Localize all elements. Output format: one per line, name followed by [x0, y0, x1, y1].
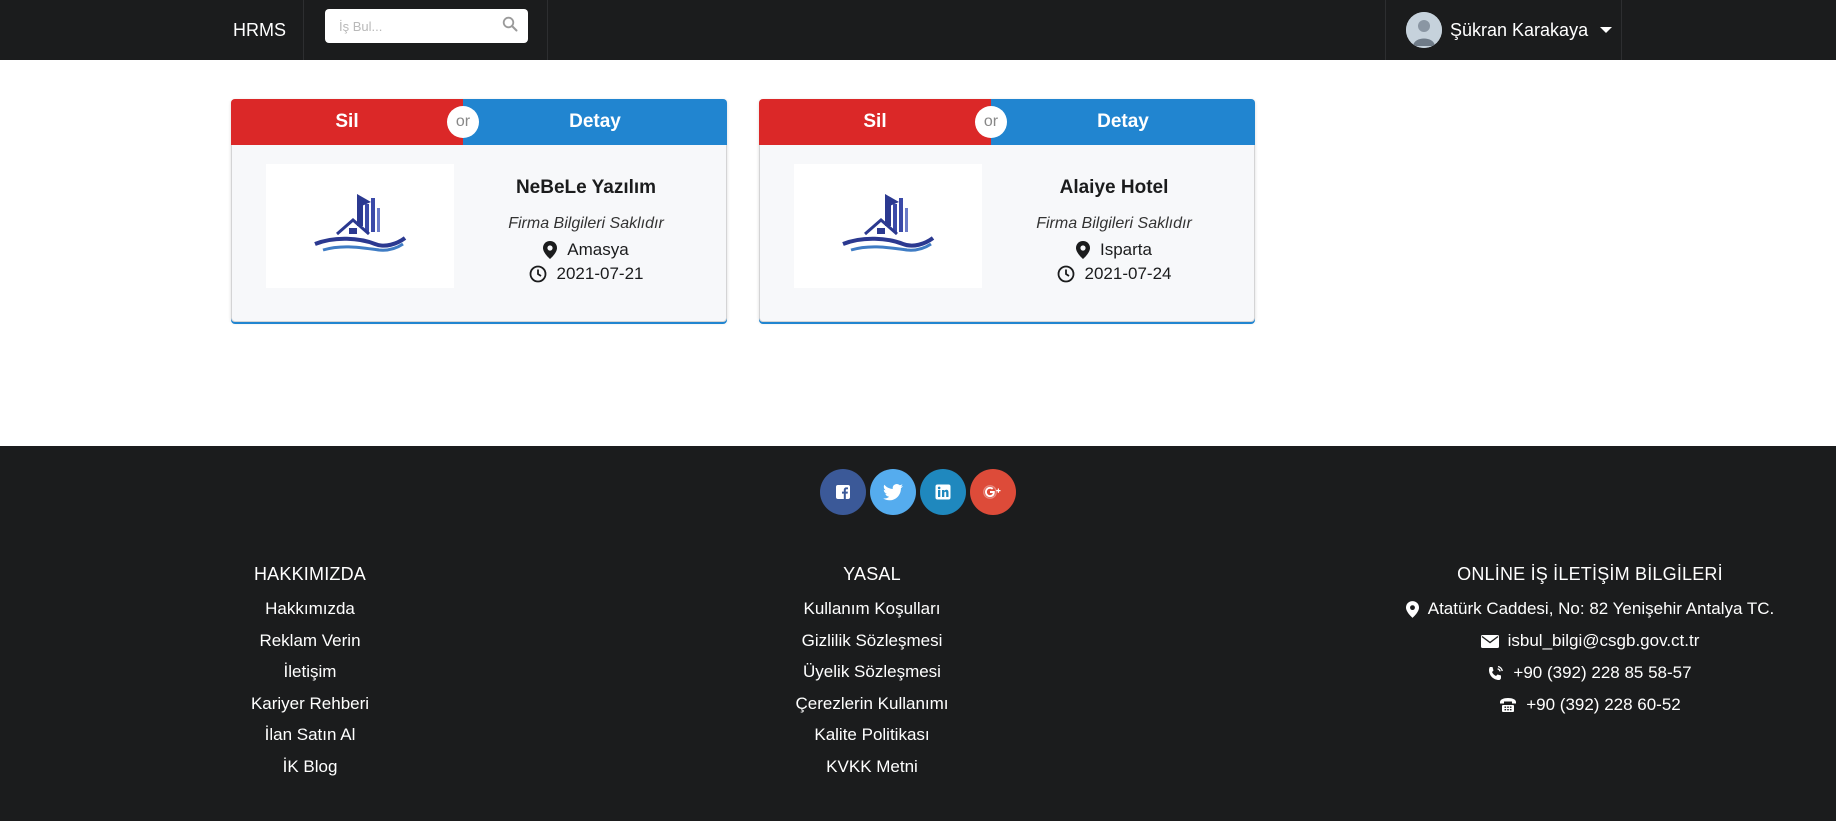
user-name: Şükran Karakaya	[1450, 19, 1589, 40]
google-plus-button[interactable]	[970, 469, 1016, 515]
map-marker-icon	[543, 241, 558, 259]
or-divider: or	[447, 106, 479, 138]
card-action-buttons: Sil Detay or	[231, 99, 727, 145]
contact-phone-row: +90 (392) 228 85 58-57	[1340, 657, 1836, 689]
footer-contact-title: ONLİNE İŞ İLETİŞİM BİLGİLERİ	[1457, 564, 1723, 584]
delete-button[interactable]: Sil	[759, 99, 991, 145]
contact-email-row: isbul_bilgi@csgb.gov.ct.tr	[1340, 625, 1836, 657]
card-action-buttons: Sil Detay or	[759, 99, 1255, 145]
contact-email[interactable]: isbul_bilgi@csgb.gov.ct.tr	[1508, 625, 1700, 657]
building-logo-icon	[842, 194, 935, 252]
clock-icon	[529, 265, 546, 283]
footer-about-column: HAKKIMIZDA Hakkımızda Reklam Verin İleti…	[160, 564, 460, 782]
city-row: Isparta	[1004, 238, 1224, 262]
footer: HAKKIMIZDA Hakkımızda Reklam Verin İleti…	[0, 446, 1836, 821]
footer-legal-title: YASAL	[843, 564, 901, 584]
company-logo	[794, 164, 982, 288]
fax-icon	[1500, 698, 1517, 712]
or-divider: or	[975, 106, 1007, 138]
user-menu[interactable]: Şükran Karakaya	[1385, 0, 1622, 60]
footer-link-advertise[interactable]: Reklam Verin	[160, 625, 460, 657]
company-name: Alaiye Hotel	[1059, 177, 1169, 198]
footer-link-buy-listing[interactable]: İlan Satın Al	[160, 719, 460, 751]
detail-button[interactable]: Detay	[463, 99, 727, 145]
footer-link-about[interactable]: Hakkımızda	[160, 593, 460, 625]
brand-link[interactable]: HRMS	[216, 0, 304, 60]
building-logo-icon	[314, 194, 407, 252]
phone-volume-icon	[1489, 665, 1504, 680]
search-container	[304, 0, 548, 60]
search-icon[interactable]	[502, 16, 518, 32]
company-card: Sil Detay or Alaiye Hotel Firma Bilgiler…	[759, 99, 1255, 322]
top-navbar: HRMS Şükran Karakaya	[0, 0, 1836, 60]
company-card: Sil Detay or NeBeLe Yazılım Firma Bilgil…	[231, 99, 727, 322]
linkedin-icon	[935, 484, 951, 500]
footer-legal-column: YASAL Kullanım Koşulları Gizlilik Sözleş…	[722, 564, 1022, 782]
detail-button[interactable]: Detay	[991, 99, 1255, 145]
user-avatar-icon	[1406, 12, 1442, 48]
google-plus-icon	[983, 485, 1001, 499]
contact-fax-row: +90 (392) 228 60-52	[1340, 689, 1836, 721]
twitter-button[interactable]	[870, 469, 916, 515]
clock-icon	[1057, 265, 1074, 283]
footer-link-quality-policy[interactable]: Kalite Politikası	[722, 719, 1022, 751]
company-name: NeBeLe Yazılım	[515, 177, 657, 198]
footer-link-career-guide[interactable]: Kariyer Rehberi	[160, 688, 460, 720]
footer-link-terms[interactable]: Kullanım Koşulları	[722, 593, 1022, 625]
company-city: Amasya	[567, 240, 629, 259]
contact-address: Atatürk Caddesi, No: 82 Yenişehir Antaly…	[1427, 599, 1775, 618]
search-input[interactable]	[325, 9, 528, 43]
posting-date: 2021-07-24	[1084, 264, 1172, 283]
city-row: Amasya	[476, 238, 696, 262]
map-marker-icon	[1076, 241, 1090, 259]
avatar	[1406, 12, 1442, 48]
contact-phone[interactable]: +90 (392) 228 85 58-57	[1513, 657, 1691, 689]
company-logo	[266, 164, 454, 288]
company-info: NeBeLe Yazılım Firma Bilgileri Saklıdır …	[476, 177, 696, 286]
map-marker-icon	[1405, 600, 1419, 618]
contact-fax: +90 (392) 228 60-52	[1526, 695, 1681, 714]
date-row: 2021-07-21	[476, 262, 696, 286]
company-city: Isparta	[1100, 240, 1152, 259]
footer-link-membership[interactable]: Üyelik Sözleşmesi	[722, 656, 1022, 688]
footer-link-cookies[interactable]: Çerezlerin Kullanımı	[722, 688, 1022, 720]
twitter-icon	[883, 483, 903, 500]
social-links	[820, 469, 1016, 515]
facebook-icon	[836, 485, 850, 499]
footer-about-title: HAKKIMIZDA	[253, 564, 366, 584]
linkedin-button[interactable]	[920, 469, 966, 515]
footer-link-privacy[interactable]: Gizlilik Sözleşmesi	[722, 625, 1022, 657]
footer-contact-column: ONLİNE İŞ İLETİŞİM BİLGİLERİ Atatürk Cad…	[1340, 564, 1836, 721]
company-info: Alaiye Hotel Firma Bilgileri Saklıdır Is…	[1004, 177, 1224, 286]
contact-address-row: Atatürk Caddesi, No: 82 Yenişehir Antaly…	[1340, 593, 1836, 625]
dropdown-caret-icon	[1600, 27, 1613, 33]
date-row: 2021-07-24	[1004, 262, 1224, 286]
posting-date: 2021-07-21	[556, 264, 644, 283]
facebook-button[interactable]	[820, 469, 866, 515]
footer-link-kvkk[interactable]: KVKK Metni	[722, 751, 1022, 783]
footer-link-hr-blog[interactable]: İK Blog	[160, 751, 460, 783]
envelope-icon	[1480, 634, 1499, 648]
delete-button[interactable]: Sil	[231, 99, 463, 145]
company-description: Firma Bilgileri Saklıdır	[1036, 215, 1192, 232]
company-description: Firma Bilgileri Saklıdır	[508, 215, 664, 232]
footer-link-contact[interactable]: İletişim	[160, 656, 460, 688]
